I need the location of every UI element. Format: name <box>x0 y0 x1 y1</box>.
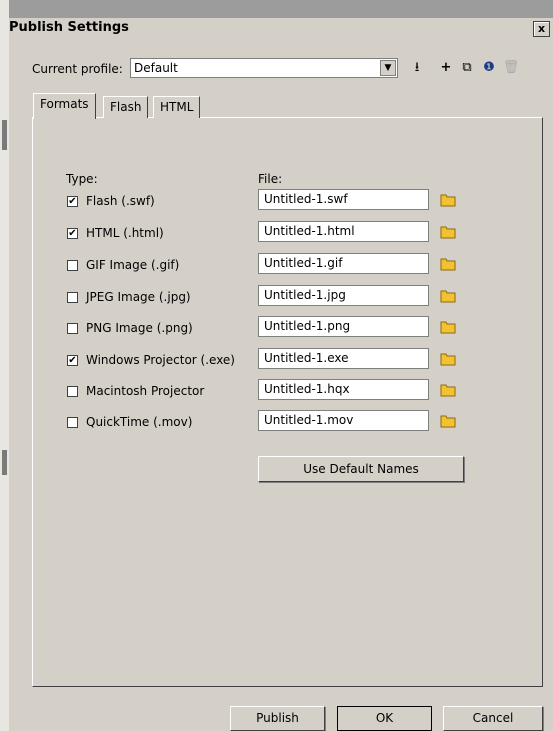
profile-select[interactable]: Default ▼ <box>130 58 398 78</box>
folder-icon[interactable] <box>440 350 456 366</box>
add-profile-icon: + <box>440 60 452 75</box>
profile-properties-button[interactable]: ❶ <box>480 59 498 77</box>
close-button[interactable]: x <box>533 21 550 37</box>
gif-file-input[interactable]: Untitled-1.gif <box>258 253 429 274</box>
import-export-icon: ⭳ <box>414 60 420 75</box>
publish-button[interactable]: Publish <box>230 706 325 731</box>
folder-icon[interactable] <box>440 287 456 303</box>
folder-icon[interactable] <box>440 223 456 239</box>
edge-mark <box>2 450 7 475</box>
duplicate-profile-icon: ⧉ <box>462 60 472 75</box>
jpeg-file-input[interactable]: Untitled-1.jpg <box>258 285 429 306</box>
profile-value: Default <box>134 61 178 75</box>
delete-profile-icon: 🗑 <box>502 60 520 75</box>
window-title: Publish Settings <box>9 20 129 35</box>
windows-projector-file-input[interactable]: Untitled-1.exe <box>258 348 429 369</box>
flash-file-input[interactable]: Untitled-1.swf <box>258 189 429 210</box>
left-edge-strip <box>0 0 9 731</box>
folder-icon[interactable] <box>440 318 456 334</box>
close-icon: x <box>537 22 546 35</box>
html-checkbox[interactable]: ✔ <box>67 228 78 239</box>
jpeg-checkbox[interactable] <box>67 292 78 303</box>
ok-button[interactable]: OK <box>337 706 432 731</box>
folder-icon[interactable] <box>440 381 456 397</box>
quicktime-file-input[interactable]: Untitled-1.mov <box>258 410 429 431</box>
flash-checkbox[interactable]: ✔ <box>67 196 78 207</box>
import-export-button[interactable]: ⭳ <box>408 59 426 77</box>
file-column-header: File: <box>258 172 283 186</box>
html-label: HTML (.html) <box>86 226 164 240</box>
html-file-input[interactable]: Untitled-1.html <box>258 221 429 242</box>
mac-projector-file-input[interactable]: Untitled-1.hqx <box>258 379 429 400</box>
edge-mark <box>2 120 7 150</box>
use-default-names-button[interactable]: Use Default Names <box>258 456 464 482</box>
quicktime-checkbox[interactable] <box>67 417 78 428</box>
png-checkbox[interactable] <box>67 323 78 334</box>
gif-label: GIF Image (.gif) <box>86 258 180 272</box>
windows-projector-label: Windows Projector (.exe) <box>86 353 235 367</box>
jpeg-label: JPEG Image (.jpg) <box>86 290 191 304</box>
folder-icon[interactable] <box>440 412 456 428</box>
gif-checkbox[interactable] <box>67 260 78 271</box>
title-bar: Publish Settings x <box>9 18 553 40</box>
cancel-button[interactable]: Cancel <box>443 706 543 731</box>
type-column-header: Type: <box>66 172 98 186</box>
tab-html[interactable]: HTML <box>153 96 201 118</box>
profile-properties-icon: ❶ <box>483 60 495 75</box>
duplicate-profile-button[interactable]: ⧉ <box>458 59 476 77</box>
folder-icon[interactable] <box>440 255 456 271</box>
tab-formats[interactable]: Formats <box>33 93 96 119</box>
png-file-input[interactable]: Untitled-1.png <box>258 316 429 337</box>
chevron-down-icon[interactable]: ▼ <box>380 60 396 76</box>
tab-flash[interactable]: Flash <box>103 96 149 118</box>
folder-icon[interactable] <box>440 191 456 207</box>
mac-projector-label: Macintosh Projector <box>86 384 205 398</box>
windows-projector-checkbox[interactable]: ✔ <box>67 355 78 366</box>
profile-label: Current profile: <box>32 62 123 76</box>
png-label: PNG Image (.png) <box>86 321 193 335</box>
mac-projector-checkbox[interactable] <box>67 386 78 397</box>
delete-profile-button[interactable]: 🗑 <box>502 59 520 77</box>
flash-label: Flash (.swf) <box>86 194 155 208</box>
background-strip <box>9 0 553 18</box>
quicktime-label: QuickTime (.mov) <box>86 415 193 429</box>
add-profile-button[interactable]: + <box>437 59 455 77</box>
